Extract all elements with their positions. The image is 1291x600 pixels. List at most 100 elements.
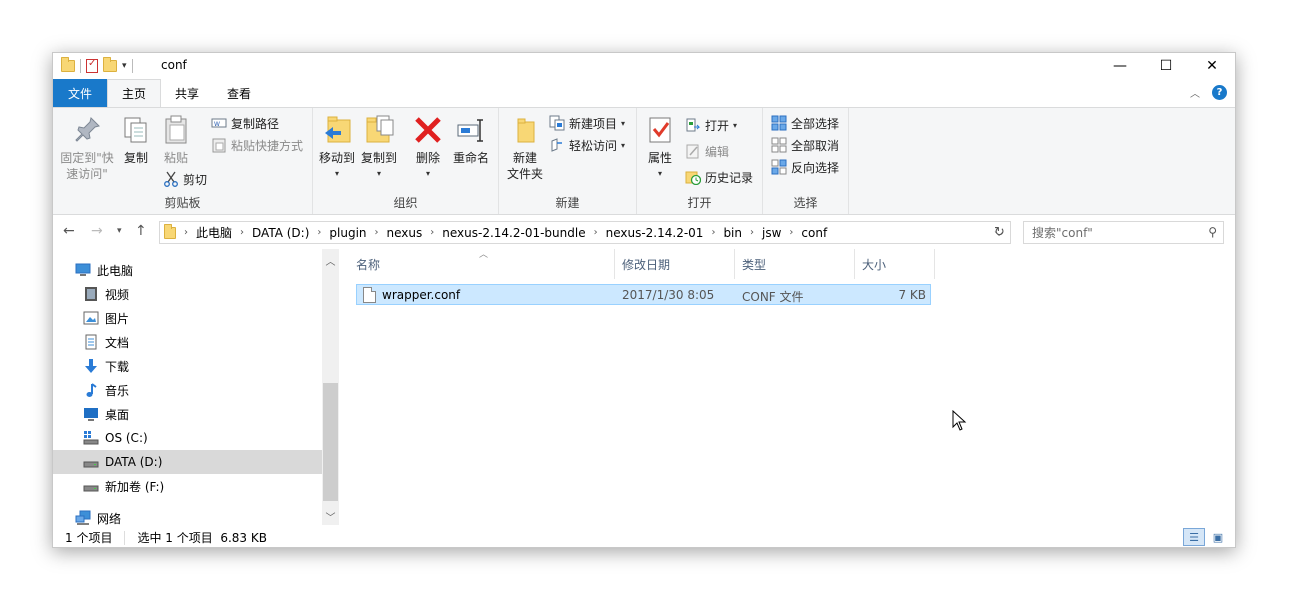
ribbon-tabs: 文件 主页 共享 查看 ︿ ? bbox=[53, 79, 1235, 107]
nav-item-desktop[interactable]: 桌面 bbox=[53, 402, 322, 426]
forward-arrow-icon[interactable]: → bbox=[91, 223, 103, 239]
move-to-label: 移动到 bbox=[318, 151, 355, 165]
open-label: 打开 bbox=[705, 118, 730, 133]
breadcrumb-plugin[interactable]: plugin bbox=[325, 226, 370, 240]
refresh-icon[interactable]: ↻ bbox=[989, 221, 1011, 244]
breadcrumb-separator[interactable]: › bbox=[236, 227, 248, 238]
select-all-icon bbox=[771, 115, 787, 131]
search-icon[interactable]: ⚲ bbox=[1208, 225, 1217, 239]
copy-path-button[interactable]: W 复制路径 bbox=[211, 114, 279, 132]
search-input[interactable]: 搜索"conf" ⚲ bbox=[1023, 221, 1224, 244]
open-group: 属性 ▾ 打开 ▾ 编辑 历史记录 打开 bbox=[637, 108, 763, 214]
breadcrumb-separator[interactable]: › bbox=[707, 227, 719, 238]
select-none-button[interactable]: 全部取消 bbox=[771, 136, 839, 154]
new-item-icon bbox=[549, 115, 565, 131]
nav-item-new-volume[interactable]: 新加卷 (F:) bbox=[53, 474, 322, 498]
column-header-modified[interactable]: 修改日期 bbox=[615, 249, 735, 279]
breadcrumb-separator[interactable]: › bbox=[313, 227, 325, 238]
breadcrumb-separator[interactable]: › bbox=[180, 227, 192, 238]
history-button[interactable]: 历史记录 bbox=[685, 168, 753, 186]
breadcrumb-data-drive[interactable]: DATA (D:) bbox=[248, 226, 313, 240]
nav-item-os-drive[interactable]: OS (C:) bbox=[53, 426, 322, 450]
back-arrow-icon[interactable]: ← bbox=[63, 223, 75, 239]
tab-home[interactable]: 主页 bbox=[107, 79, 162, 107]
column-header-name[interactable]: ︿ 名称 bbox=[349, 249, 615, 279]
rename-label: 重命名 bbox=[452, 151, 489, 165]
nav-item-label: 文档 bbox=[105, 335, 130, 350]
nav-item-documents[interactable]: 文档 bbox=[53, 330, 322, 354]
copy-button[interactable]: 复制 bbox=[119, 114, 153, 166]
move-to-icon bbox=[321, 114, 353, 146]
breadcrumb-conf[interactable]: conf bbox=[797, 226, 831, 240]
breadcrumb-bin[interactable]: bin bbox=[719, 226, 746, 240]
new-folder-button[interactable]: 新建 文件夹 bbox=[503, 114, 547, 182]
clipboard-group: 固定到"快 速访问" 复制 粘贴 W 复制路径 粘贴快捷方式 剪切 剪贴板 bbox=[53, 108, 313, 214]
column-header-size[interactable]: 大小 bbox=[855, 249, 935, 279]
breadcrumb-nexus-bundle[interactable]: nexus-2.14.2-01-bundle bbox=[438, 226, 589, 240]
move-to-button[interactable]: 移动到 ▾ bbox=[317, 114, 357, 182]
column-header-type[interactable]: 类型 bbox=[735, 249, 855, 279]
chevron-up-icon[interactable]: ︿ bbox=[1190, 85, 1200, 100]
breadcrumb-jsw[interactable]: jsw bbox=[758, 226, 785, 240]
breadcrumb-separator[interactable]: › bbox=[371, 227, 383, 238]
easy-access-button[interactable]: 轻松访问 ▾ bbox=[549, 136, 625, 154]
desktop-icon bbox=[83, 406, 99, 422]
scrollbar-thumb[interactable] bbox=[323, 383, 338, 501]
minimize-button[interactable]: — bbox=[1097, 53, 1143, 79]
nav-pane-scrollbar[interactable]: ︿ ﹀ bbox=[322, 249, 339, 525]
nav-item-pictures[interactable]: 图片 bbox=[53, 306, 322, 330]
nav-item-downloads[interactable]: 下载 bbox=[53, 354, 322, 378]
paste-shortcut-button[interactable]: 粘贴快捷方式 bbox=[211, 136, 303, 154]
breadcrumb-separator[interactable]: › bbox=[746, 227, 758, 238]
large-icons-view-icon[interactable]: ▣ bbox=[1207, 528, 1229, 546]
column-header-label: 大小 bbox=[862, 257, 887, 272]
breadcrumb-nexus-version[interactable]: nexus-2.14.2-01 bbox=[602, 226, 708, 240]
chevron-down-icon: ▾ bbox=[334, 169, 339, 178]
close-button[interactable]: ✕ bbox=[1189, 53, 1235, 79]
breadcrumb-this-pc[interactable]: 此电脑 bbox=[192, 224, 236, 241]
open-button[interactable]: 打开 ▾ bbox=[685, 116, 737, 134]
nav-item-music[interactable]: 音乐 bbox=[53, 378, 322, 402]
invert-selection-button[interactable]: 反向选择 bbox=[771, 158, 839, 176]
breadcrumb-separator[interactable]: › bbox=[590, 227, 602, 238]
up-arrow-icon[interactable]: ↑ bbox=[135, 223, 147, 239]
drive-icon bbox=[83, 454, 99, 470]
new-folder-icon[interactable] bbox=[103, 57, 117, 72]
scroll-down-icon[interactable]: ﹀ bbox=[322, 509, 339, 524]
open-group-label: 打开 bbox=[687, 196, 712, 210]
properties-button[interactable]: 属性 ▾ bbox=[643, 114, 677, 182]
breadcrumb-nexus[interactable]: nexus bbox=[383, 226, 427, 240]
customize-toolbar-icon[interactable]: ▾ bbox=[122, 61, 127, 71]
help-icon[interactable]: ? bbox=[1212, 85, 1227, 100]
scroll-up-icon[interactable]: ︿ bbox=[322, 253, 339, 268]
table-row[interactable]: wrapper.conf 2017/1/30 8:05 CONF 文件 7 KB bbox=[356, 284, 931, 305]
delete-button[interactable]: 删除 ▾ bbox=[411, 114, 445, 182]
pin-label: 固定到"快 速访问" bbox=[60, 151, 114, 181]
organize-group: 移动到 ▾ 复制到 ▾ 删除 ▾ 重命名 组织 bbox=[313, 108, 499, 214]
copy-to-button[interactable]: 复制到 ▾ bbox=[359, 114, 399, 182]
pin-quick-access-button[interactable]: 固定到"快 速访问" bbox=[59, 114, 115, 182]
paste-button[interactable]: 粘贴 bbox=[159, 114, 193, 166]
breadcrumb-separator[interactable]: › bbox=[785, 227, 797, 238]
new-item-button[interactable]: 新建项目 ▾ bbox=[549, 114, 625, 132]
cut-button[interactable]: 剪切 bbox=[163, 170, 207, 188]
properties-icon[interactable] bbox=[86, 58, 98, 73]
tab-view[interactable]: 查看 bbox=[213, 79, 265, 107]
nav-item-this-pc[interactable]: 此电脑 bbox=[53, 258, 322, 282]
select-none-label: 全部取消 bbox=[791, 138, 840, 153]
edit-button[interactable]: 编辑 bbox=[685, 142, 729, 160]
breadcrumb-separator[interactable]: › bbox=[426, 227, 438, 238]
nav-item-videos[interactable]: 视频 bbox=[53, 282, 322, 306]
address-bar[interactable]: › 此电脑 › DATA (D:) › plugin › nexus › nex… bbox=[159, 221, 1011, 244]
maximize-button[interactable]: ☐ bbox=[1143, 53, 1189, 79]
copy-label: 复制 bbox=[123, 151, 148, 165]
recent-locations-icon[interactable]: ▾ bbox=[117, 226, 122, 236]
nav-item-data-drive[interactable]: DATA (D:) bbox=[53, 450, 322, 474]
tab-share[interactable]: 共享 bbox=[161, 79, 213, 107]
tab-file[interactable]: 文件 bbox=[53, 79, 107, 107]
rename-button[interactable]: 重命名 bbox=[449, 114, 493, 166]
select-all-button[interactable]: 全部选择 bbox=[771, 114, 839, 132]
rename-icon bbox=[455, 114, 487, 146]
paste-label: 粘贴 bbox=[163, 151, 188, 165]
details-view-icon[interactable]: ☰ bbox=[1183, 528, 1205, 546]
